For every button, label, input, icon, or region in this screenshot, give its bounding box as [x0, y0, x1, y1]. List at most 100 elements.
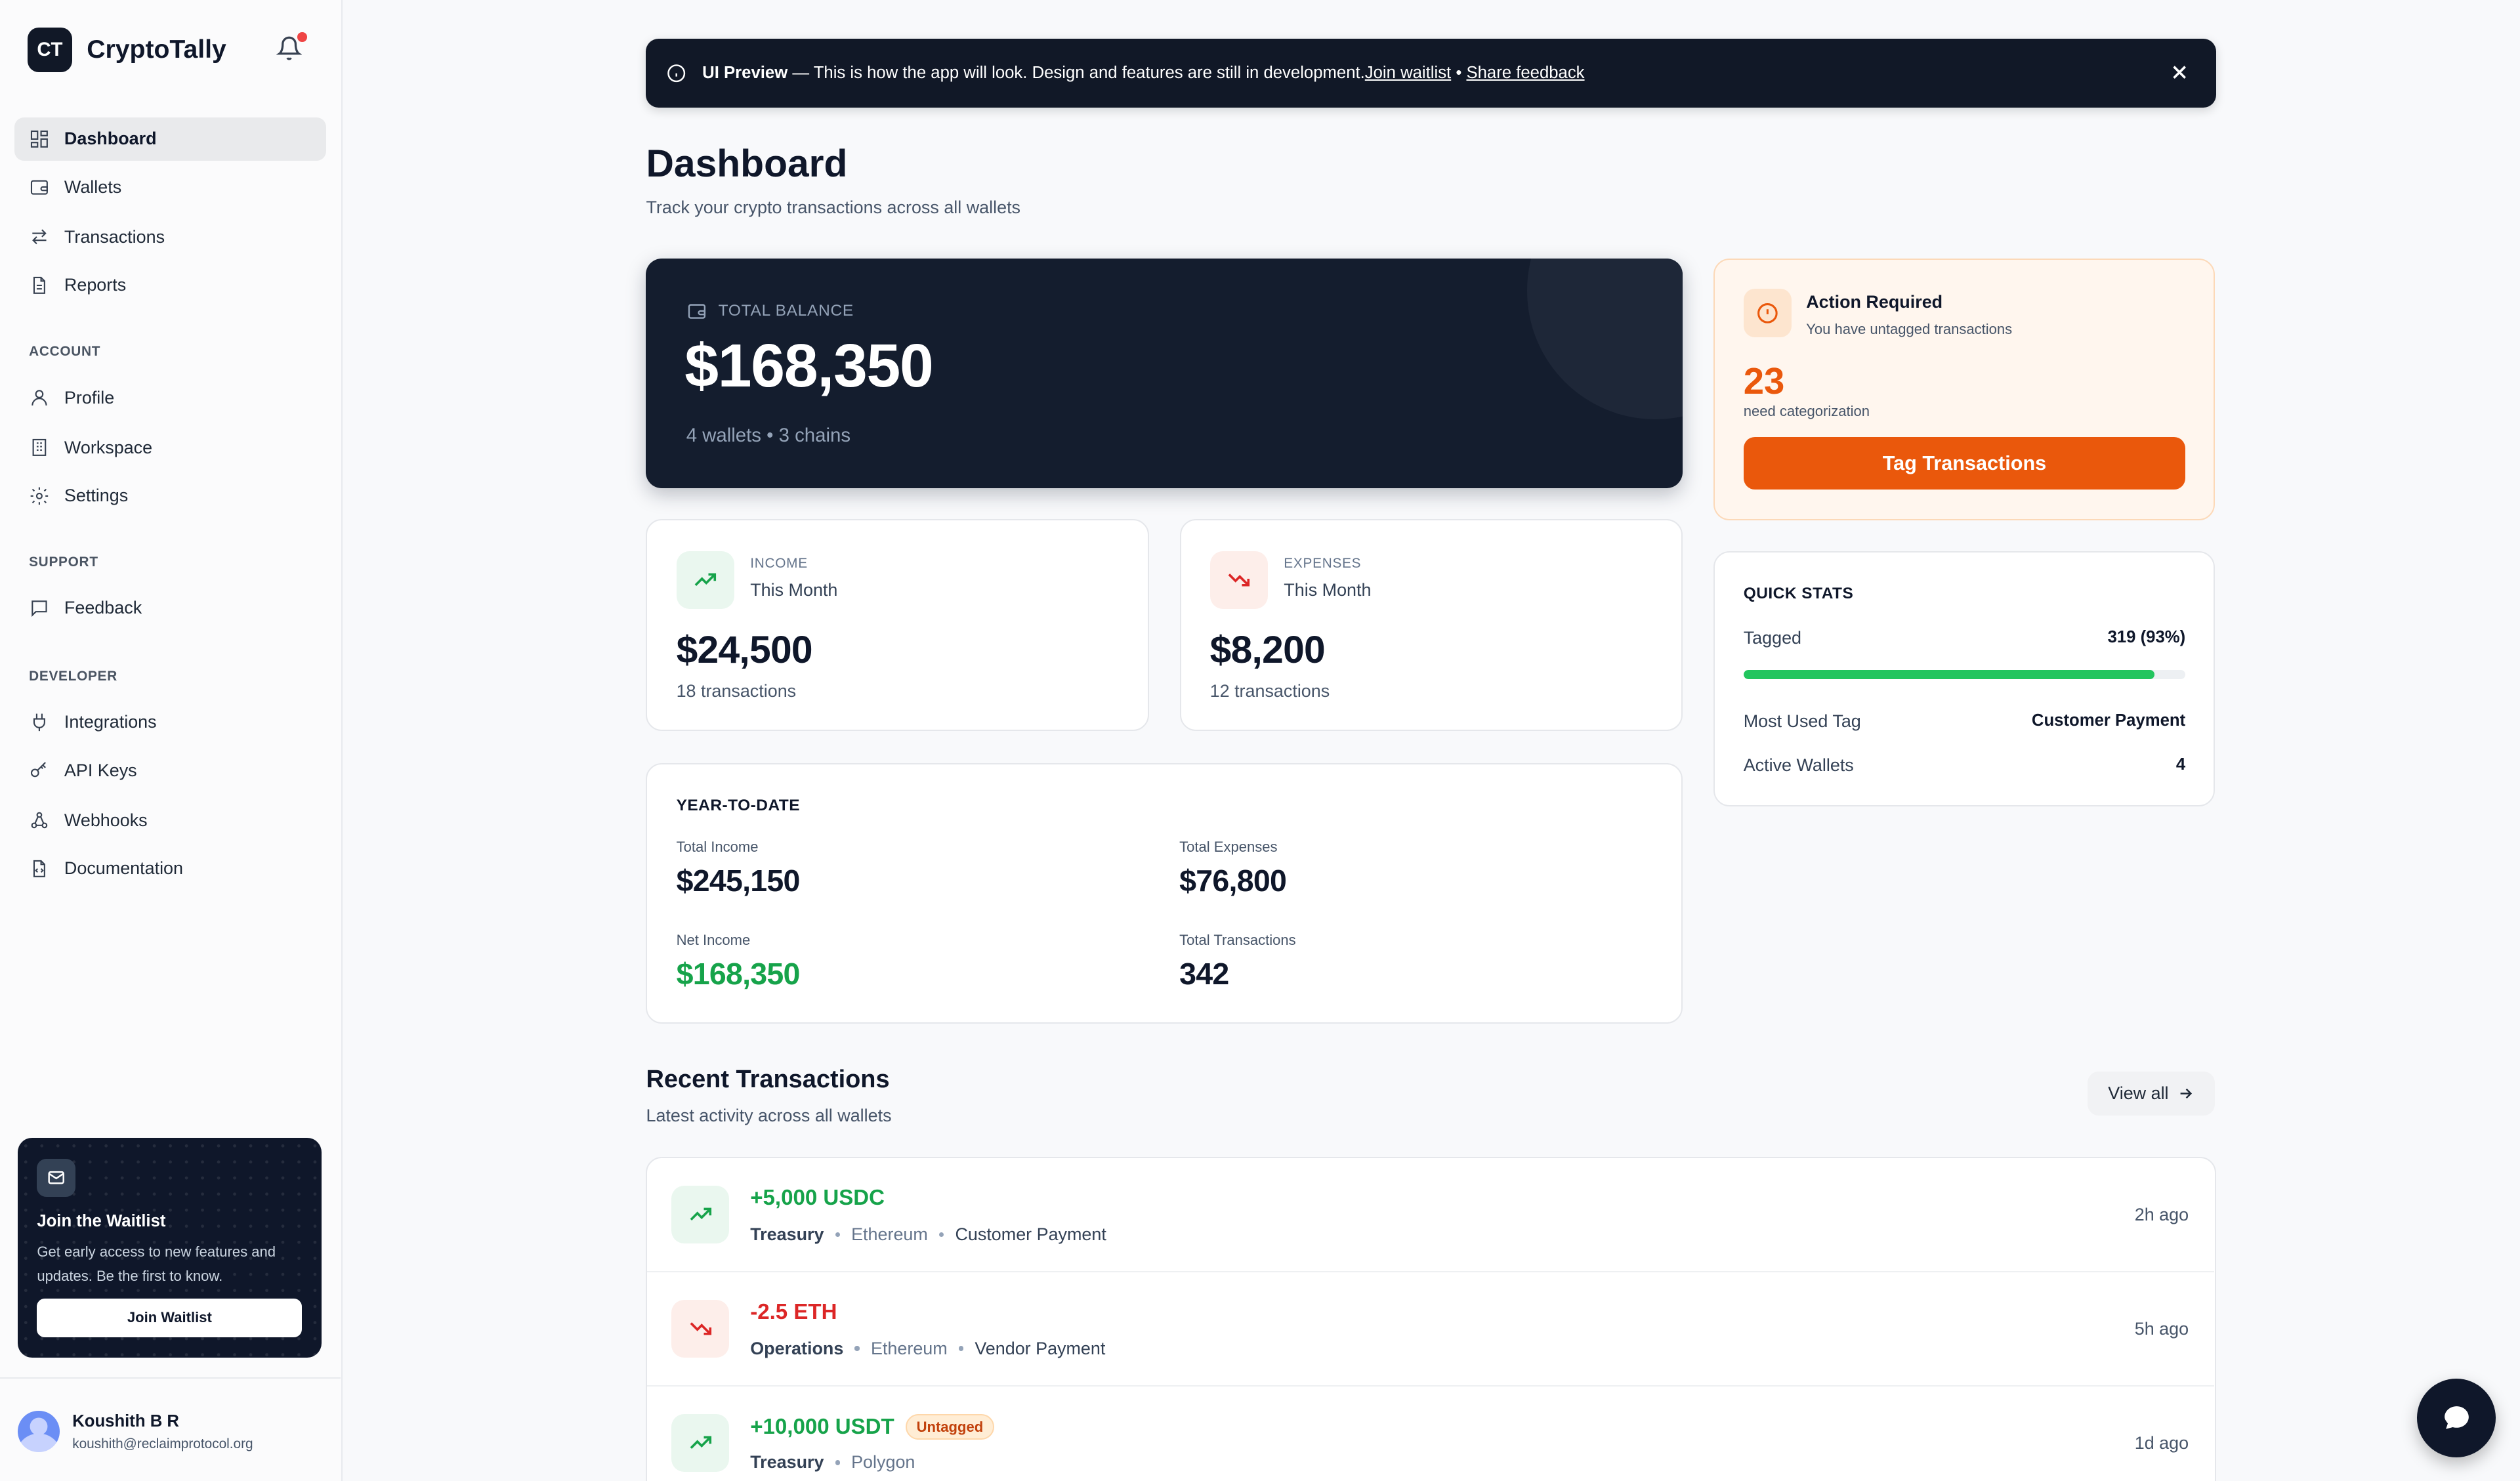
webhook-icon	[31, 812, 48, 829]
transaction-wallet: Operations	[750, 1338, 844, 1358]
expenses-period: This Month	[1284, 579, 1372, 600]
transaction-amount-text: +10,000 USDT	[750, 1414, 894, 1439]
arrows-icon	[32, 229, 47, 245]
income-count: 18 transactions	[676, 680, 797, 701]
preview-banner: UI Preview — This is how the app will lo…	[646, 38, 2217, 108]
transaction-row[interactable]: +10,000 USDT Untagged Treasury Polygon 1…	[647, 1387, 2214, 1481]
trending-down-icon	[1209, 551, 1268, 609]
transaction-meta: Treasury Ethereum Customer Payment	[750, 1224, 1106, 1245]
action-title: Action Required	[1806, 292, 1943, 312]
ytd-total-income: $245,150	[676, 863, 801, 898]
sidebar-item-wallets[interactable]: Wallets	[14, 165, 326, 209]
section-heading-support: SUPPORT	[29, 554, 98, 570]
ytd-total-tx: 342	[1179, 956, 1229, 991]
sidebar-item-label: Documentation	[64, 858, 184, 879]
transaction-meta: Operations Ethereum Vendor Payment	[750, 1339, 1105, 1359]
brand[interactable]: CT CryptoTally	[27, 27, 226, 73]
sidebar-item-integrations[interactable]: Integrations	[14, 701, 326, 744]
transaction-row[interactable]: +5,000 USDC Treasury Ethereum Customer P…	[647, 1158, 2215, 1273]
dashboard-icon	[30, 130, 48, 148]
banner-label: UI Preview	[702, 63, 788, 82]
most-used-tag-row: Most Used Tag Customer Payment	[1744, 711, 2185, 732]
balance-subtitle: 4 wallets • 3 chains	[686, 424, 851, 446]
user-profile[interactable]: Koushith B R koushith@reclaimprotocol.or…	[0, 1377, 341, 1481]
tagged-label: Tagged	[1743, 628, 1802, 648]
view-all-label: View all	[2108, 1083, 2169, 1104]
sidebar-item-transactions[interactable]: Transactions	[14, 215, 326, 259]
share-feedback-link[interactable]: Share feedback	[1466, 64, 1584, 83]
sidebar-item-dashboard[interactable]: Dashboard	[14, 117, 327, 161]
app-logo: CT	[27, 27, 73, 73]
transaction-amount: -2.5 ETH	[750, 1300, 837, 1325]
decorative-circle	[1526, 259, 1683, 420]
join-waitlist-link[interactable]: Join waitlist	[1365, 64, 1451, 83]
transaction-wallet: Treasury	[750, 1224, 824, 1244]
transactions-list: +5,000 USDC Treasury Ethereum Customer P…	[646, 1157, 2217, 1481]
transaction-wallet: Treasury	[750, 1452, 824, 1472]
ytd-total-expenses-label: Total Expenses	[1179, 838, 1278, 855]
info-icon	[667, 64, 686, 82]
separator-dot	[854, 1346, 860, 1351]
income-value: $24,500	[676, 629, 813, 672]
quick-stats-card: QUICK STATS Tagged 319 (93%) Most Used T…	[1713, 551, 2215, 807]
chat-button[interactable]	[2417, 1379, 2496, 1458]
sidebar-item-profile[interactable]: Profile	[14, 376, 326, 419]
arrow-right-icon	[2180, 1088, 2192, 1099]
chat-bubble-icon	[2444, 1406, 2469, 1429]
sidebar-item-label: Integrations	[64, 712, 157, 732]
tagged-progress-bar	[1743, 669, 2186, 680]
ytd-title: YEAR-TO-DATE	[676, 797, 801, 815]
transaction-amount: +10,000 USDT Untagged	[750, 1413, 994, 1440]
page-subtitle: Track your crypto transactions across al…	[646, 198, 1021, 218]
waitlist-title: Join the Waitlist	[37, 1211, 166, 1230]
recent-transactions-title: Recent Transactions	[646, 1065, 890, 1093]
sidebar-item-api-keys[interactable]: API Keys	[14, 749, 326, 792]
sidebar-item-webhooks[interactable]: Webhooks	[14, 799, 326, 842]
expenses-card: EXPENSES This Month $8,200 12 transactio…	[1179, 519, 1683, 732]
tagged-row: Tagged 319 (93%)	[1744, 628, 2185, 648]
income-card: INCOME This Month $24,500 18 transaction…	[646, 519, 1150, 732]
wallet-icon	[30, 180, 48, 195]
sidebar-item-documentation[interactable]: Documentation	[14, 847, 326, 890]
mail-icon	[37, 1158, 76, 1198]
transaction-row[interactable]: -2.5 ETH Operations Ethereum Vendor Paym…	[647, 1272, 2215, 1387]
transaction-amount-text: +5,000 USDC	[750, 1185, 885, 1210]
ytd-net-income: $168,350	[676, 956, 801, 991]
user-icon	[32, 390, 47, 406]
sidebar-item-settings[interactable]: Settings	[14, 474, 326, 517]
year-to-date-card: YEAR-TO-DATE Total Income $245,150 Total…	[646, 763, 1683, 1024]
separator-dot	[938, 1232, 944, 1237]
ytd-total-tx-label: Total Transactions	[1179, 931, 1296, 948]
message-icon	[32, 600, 47, 617]
trending-up-icon	[671, 1413, 730, 1472]
view-all-button[interactable]: View all	[2088, 1072, 2215, 1116]
sidebar-item-reports[interactable]: Reports	[14, 264, 326, 307]
transaction-meta: Treasury Polygon	[750, 1452, 915, 1472]
join-waitlist-button[interactable]: Join Waitlist	[37, 1298, 303, 1337]
quick-stats-title: QUICK STATS	[1743, 584, 1854, 602]
banner-text: — This is how the app will look. Design …	[788, 63, 1365, 82]
sidebar-item-workspace[interactable]: Workspace	[14, 426, 326, 469]
recent-transactions-subtitle: Latest activity across all wallets	[646, 1105, 892, 1125]
tagged-value: 319 (93%)	[2107, 628, 2186, 647]
tagged-progress-fill	[1743, 669, 2155, 680]
tag-transactions-button[interactable]: Tag Transactions	[1743, 436, 2186, 490]
sidebar-item-label: Settings	[64, 486, 129, 505]
close-icon[interactable]	[2168, 61, 2191, 83]
untagged-badge: Untagged	[905, 1413, 994, 1440]
user-name: Koushith B R	[72, 1412, 179, 1431]
trending-up-icon	[671, 1185, 730, 1244]
sidebar-item-label: API Keys	[64, 760, 137, 780]
balance-label-text: TOTAL BALANCE	[718, 301, 854, 320]
untagged-count-label: need categorization	[1743, 403, 1870, 420]
most-used-tag-label: Most Used Tag	[1743, 711, 1861, 732]
ytd-net-income-label: Net Income	[676, 931, 751, 948]
ytd-total-expenses: $76,800	[1179, 863, 1287, 898]
transaction-time: 2h ago	[2134, 1205, 2189, 1225]
total-balance-card: TOTAL BALANCE $168,350 4 wallets • 3 cha…	[646, 259, 1683, 489]
transaction-chain: Polygon	[851, 1452, 915, 1472]
sidebar-item-feedback[interactable]: Feedback	[14, 587, 326, 630]
trending-up-icon	[676, 551, 734, 609]
transaction-amount-text: -2.5 ETH	[750, 1299, 837, 1324]
separator-dot	[835, 1460, 840, 1465]
